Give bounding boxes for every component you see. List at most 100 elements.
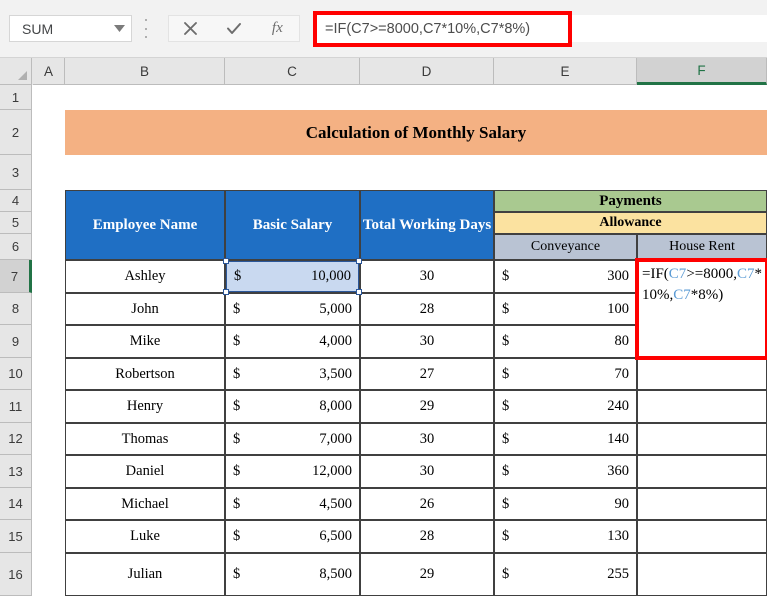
- selection-handle-br[interactable]: [356, 289, 362, 295]
- row-header-label: 10: [8, 366, 23, 381]
- cell-total-working-days[interactable]: 28: [360, 520, 494, 553]
- row-header-2[interactable]: 2: [0, 110, 32, 155]
- cell-conveyance[interactable]: $255: [494, 553, 637, 596]
- cell-conveyance[interactable]: $360: [494, 455, 637, 488]
- formula-bar-strip: SUM fx =IF(C7>=8000,C7*10%,C7*8%): [0, 0, 767, 58]
- cell-conveyance[interactable]: $100: [494, 293, 637, 325]
- cell-conveyance[interactable]: $70: [494, 358, 637, 390]
- cell-employee-name[interactable]: Michael: [65, 488, 225, 520]
- formula-bar-remainder[interactable]: [572, 15, 767, 42]
- cell-employee-name[interactable]: Mike: [65, 325, 225, 358]
- editing-cell-f7[interactable]: =IF(C7>=8000,C7*10%,C7*8%): [637, 260, 767, 358]
- employee-name-text: Thomas: [121, 430, 169, 447]
- cell-basic-salary[interactable]: $8,000: [225, 390, 360, 423]
- row-header-14[interactable]: 14: [0, 488, 32, 520]
- cell-employee-name[interactable]: Luke: [65, 520, 225, 553]
- row-header-12[interactable]: 12: [0, 423, 32, 455]
- cell-total-working-days[interactable]: 28: [360, 293, 494, 325]
- column-header-label: D: [421, 63, 432, 79]
- currency-symbol: $: [502, 495, 510, 512]
- cell-total-working-days[interactable]: 30: [360, 423, 494, 455]
- currency-symbol: $: [233, 333, 241, 349]
- column-header-c[interactable]: C: [225, 58, 360, 85]
- row-header-1[interactable]: 1: [0, 85, 32, 110]
- cell-basic-salary[interactable]: $5,000: [225, 293, 360, 325]
- row-header-16[interactable]: 16: [0, 553, 32, 596]
- chevron-down-icon[interactable]: [107, 16, 131, 41]
- cell-conveyance[interactable]: $90: [494, 488, 637, 520]
- formula-input[interactable]: =IF(C7>=8000,C7*10%,C7*8%): [313, 11, 572, 47]
- cell-conveyance[interactable]: $80: [494, 325, 637, 358]
- cell-conveyance[interactable]: $140: [494, 423, 637, 455]
- cell-house-rent[interactable]: [637, 488, 767, 520]
- cell-house-rent[interactable]: [637, 455, 767, 488]
- cell-basic-salary[interactable]: $4,500: [225, 488, 360, 520]
- cell-house-rent[interactable]: [637, 390, 767, 423]
- cell-basic-salary[interactable]: $12,000: [225, 455, 360, 488]
- header-conveyance: Conveyance: [494, 234, 637, 260]
- row-header-5[interactable]: 5: [0, 212, 32, 234]
- cell-conveyance[interactable]: $130: [494, 520, 637, 553]
- cell-basic-salary[interactable]: $7,000: [225, 423, 360, 455]
- cell-house-rent[interactable]: [637, 520, 767, 553]
- cancel-icon[interactable]: [169, 16, 212, 41]
- basic-salary-value: 7,000: [319, 430, 352, 447]
- name-box[interactable]: SUM: [9, 15, 132, 42]
- cell-total-working-days[interactable]: 30: [360, 260, 494, 293]
- row-header-label: 7: [10, 268, 19, 284]
- fx-icon[interactable]: fx: [256, 16, 299, 41]
- enter-icon[interactable]: [212, 16, 255, 41]
- cell-employee-name[interactable]: Daniel: [65, 455, 225, 488]
- cell-basic-salary[interactable]: $3,500: [225, 358, 360, 390]
- cell-total-working-days[interactable]: 29: [360, 390, 494, 423]
- column-header-d[interactable]: D: [360, 58, 494, 85]
- column-header-f[interactable]: F: [637, 58, 767, 85]
- row-header-3[interactable]: 3: [0, 155, 32, 190]
- cell-employee-name[interactable]: Thomas: [65, 423, 225, 455]
- row-header-9[interactable]: 9: [0, 325, 32, 358]
- cell-employee-name[interactable]: John: [65, 293, 225, 325]
- cell-house-rent[interactable]: [637, 358, 767, 390]
- referenced-cell-c7[interactable]: $ 10,000: [223, 258, 362, 295]
- cell-house-rent[interactable]: [637, 423, 767, 455]
- row-header-11[interactable]: 11: [0, 390, 32, 423]
- cell-total-working-days[interactable]: 26: [360, 488, 494, 520]
- cell-total-working-days[interactable]: 27: [360, 358, 494, 390]
- total-working-days-value: 28: [419, 528, 435, 544]
- selection-handle-tr[interactable]: [356, 258, 362, 264]
- sheet-title: Calculation of Monthly Salary: [65, 110, 767, 155]
- row-header-7[interactable]: 7: [0, 260, 32, 293]
- cell-total-working-days[interactable]: 30: [360, 455, 494, 488]
- row-header-4[interactable]: 4: [0, 190, 32, 212]
- employee-name-text: John: [131, 300, 159, 317]
- cell-basic-salary[interactable]: $4,000: [225, 325, 360, 358]
- row-header-13[interactable]: 13: [0, 455, 32, 488]
- cell-basic-salary[interactable]: $8,500: [225, 553, 360, 596]
- selection-handle-tl[interactable]: [223, 258, 229, 264]
- column-header-e[interactable]: E: [494, 58, 637, 85]
- column-header-a[interactable]: A: [33, 58, 65, 85]
- employee-name-text: Mike: [129, 333, 161, 349]
- cell-employee-name[interactable]: Robertson: [65, 358, 225, 390]
- currency-symbol: $: [233, 495, 241, 512]
- cell-total-working-days[interactable]: 30: [360, 325, 494, 358]
- currency-symbol: $: [502, 300, 510, 317]
- row-header-8[interactable]: 8: [0, 293, 32, 325]
- column-header-b[interactable]: B: [65, 58, 225, 85]
- row-header-6[interactable]: 6: [0, 234, 32, 260]
- cell-employee-name[interactable]: Julian: [65, 553, 225, 596]
- row-header-10[interactable]: 10: [0, 358, 32, 390]
- cell-conveyance[interactable]: $300: [494, 260, 637, 293]
- cell-employee-name[interactable]: Ashley: [65, 260, 225, 293]
- select-all-corner[interactable]: [0, 58, 32, 85]
- cell-house-rent[interactable]: [637, 553, 767, 596]
- cell-total-working-days[interactable]: 29: [360, 553, 494, 596]
- row-header-15[interactable]: 15: [0, 520, 32, 553]
- selection-handle-bl[interactable]: [223, 289, 229, 295]
- cell-employee-name[interactable]: Henry: [65, 390, 225, 423]
- basic-salary-value: 3,500: [319, 365, 352, 382]
- cell-conveyance[interactable]: $240: [494, 390, 637, 423]
- cell-basic-salary[interactable]: $6,500: [225, 520, 360, 553]
- spreadsheet-grid[interactable]: Calculation of Monthly Salary Employee N…: [33, 85, 767, 596]
- formula-bar-grip[interactable]: [143, 19, 149, 38]
